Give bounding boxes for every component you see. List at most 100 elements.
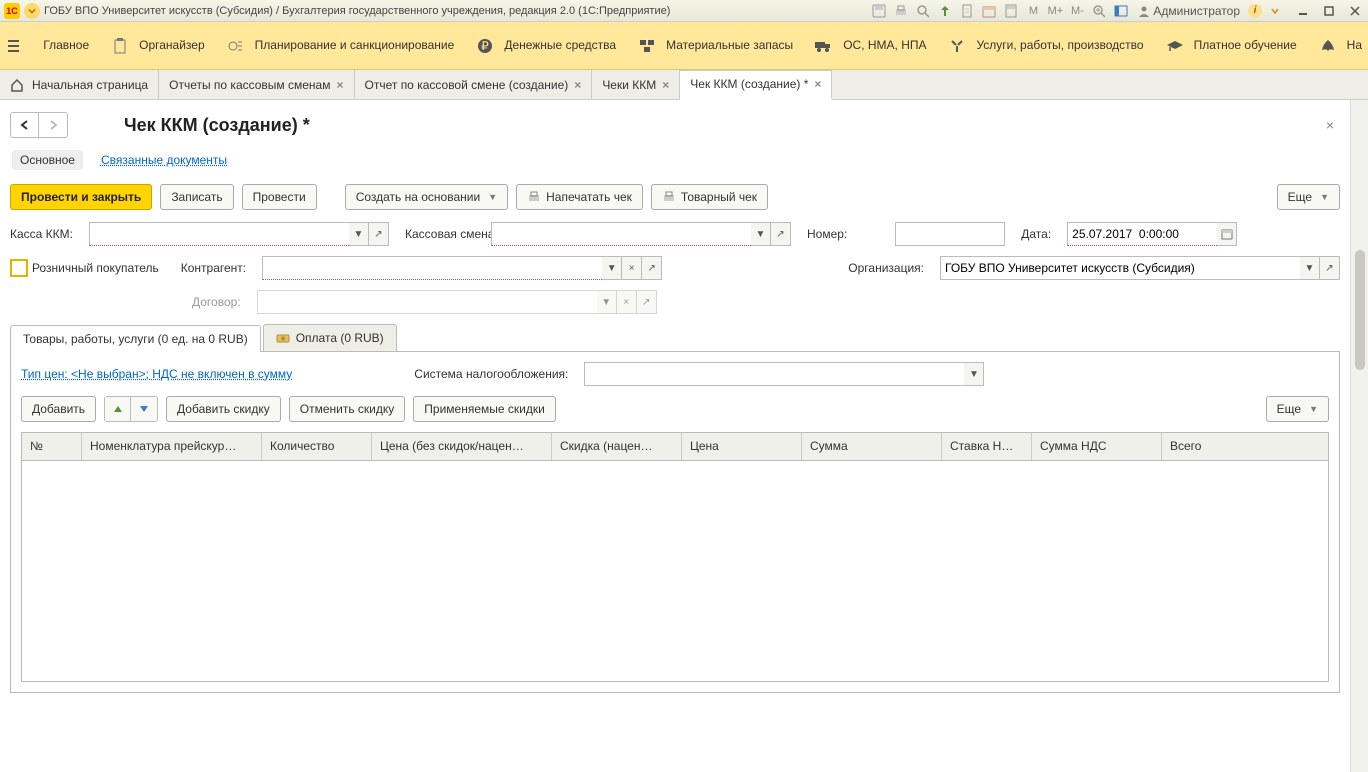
document-icon[interactable] (958, 2, 976, 20)
add-row-button[interactable]: Добавить (21, 396, 96, 422)
info-dropdown-icon[interactable] (1266, 2, 1284, 20)
nav-materials[interactable]: Материальные запасы (638, 37, 793, 55)
app-menu-dropdown[interactable] (24, 3, 40, 19)
tab-home[interactable]: Начальная страница (0, 70, 159, 99)
m-plus-label[interactable]: M+ (1046, 2, 1064, 20)
close-icon[interactable]: × (814, 77, 821, 91)
dropdown-icon[interactable]: ▼ (751, 222, 771, 246)
nav-services[interactable]: Услуги, работы, производство (948, 37, 1143, 55)
shift-field[interactable]: ▼ ↗ (491, 222, 791, 246)
current-user[interactable]: Администратор (1134, 4, 1244, 18)
col-price[interactable]: Цена (682, 433, 802, 460)
nav-organizer[interactable]: Органайзер (111, 37, 205, 55)
dropdown-icon[interactable]: ▼ (1300, 256, 1320, 280)
m-label[interactable]: M (1024, 2, 1042, 20)
info-icon[interactable]: i (1248, 4, 1262, 18)
nav-money[interactable]: ₽ Денежные средства (476, 37, 616, 55)
post-button[interactable]: Провести (242, 184, 317, 210)
post-and-close-button[interactable]: Провести и закрыть (10, 184, 152, 210)
kassa-kkm-input[interactable] (89, 222, 349, 246)
col-price-base[interactable]: Цена (без скидок/нацен… (372, 433, 552, 460)
tab-shift-reports[interactable]: Отчеты по кассовым сменам× (159, 70, 354, 99)
table-more-button[interactable]: Еще▼ (1266, 396, 1329, 422)
page-content: Чек ККМ (создание) * × Основное Связанны… (0, 100, 1350, 772)
subtab-linked[interactable]: Связанные документы (101, 153, 227, 167)
applied-discounts-button[interactable]: Применяемые скидки (413, 396, 556, 422)
nav-main[interactable]: Главное (43, 38, 89, 52)
zoom-icon[interactable] (1090, 2, 1108, 20)
dropdown-icon[interactable]: ▼ (602, 256, 622, 280)
col-qty[interactable]: Количество (262, 433, 372, 460)
col-discount[interactable]: Скидка (нацен… (552, 433, 682, 460)
print-icon[interactable] (892, 2, 910, 20)
search-icon[interactable] (914, 2, 932, 20)
save-button[interactable]: Записать (160, 184, 233, 210)
add-discount-button[interactable]: Добавить скидку (166, 396, 281, 422)
minimize-icon[interactable] (1294, 2, 1312, 20)
tab-payment[interactable]: Оплата (0 RUB) (263, 324, 397, 351)
open-icon[interactable]: ↗ (369, 222, 389, 246)
org-field[interactable]: ▼ ↗ (940, 256, 1340, 280)
tax-system-field[interactable]: ▼ (584, 362, 984, 386)
date-input[interactable] (1067, 222, 1217, 246)
close-page-icon[interactable]: × (1320, 117, 1340, 133)
nav-education[interactable]: Платное обучение (1166, 37, 1297, 55)
m-minus-label[interactable]: M- (1068, 2, 1086, 20)
open-icon[interactable]: ↗ (642, 256, 662, 280)
calculator-icon[interactable] (1002, 2, 1020, 20)
create-based-button[interactable]: Создать на основании▼ (345, 184, 508, 210)
cancel-discount-button[interactable]: Отменить скидку (289, 396, 406, 422)
shift-input[interactable] (491, 222, 751, 246)
open-icon[interactable]: ↗ (1320, 256, 1340, 280)
print-check-button[interactable]: Напечатать чек (516, 184, 643, 210)
goods-check-button[interactable]: Товарный чек (651, 184, 768, 210)
tab-goods[interactable]: Товары, работы, услуги (0 ед. на 0 RUB) (10, 325, 261, 352)
tab-check-create[interactable]: Чек ККМ (создание) *× (680, 70, 832, 100)
tab-checks[interactable]: Чеки ККМ× (592, 70, 680, 99)
scrollbar-thumb[interactable] (1355, 250, 1365, 370)
counterparty-input[interactable] (262, 256, 602, 280)
close-icon[interactable]: × (662, 78, 669, 92)
upload-icon[interactable] (936, 2, 954, 20)
nav-assets[interactable]: ОС, НМА, НПА (815, 37, 926, 55)
col-sum[interactable]: Сумма (802, 433, 942, 460)
menu-burger-icon[interactable] (6, 38, 21, 54)
move-up-button[interactable] (105, 397, 131, 421)
clear-icon[interactable]: × (622, 256, 642, 280)
nav-more[interactable]: На (1319, 37, 1362, 55)
nav-planning[interactable]: Планирование и санкционирование (227, 37, 455, 55)
col-vat-sum[interactable]: Сумма НДС (1032, 433, 1162, 460)
tax-system-input[interactable] (584, 362, 964, 386)
price-type-link[interactable]: Тип цен: <Не выбран>; НДС не включен в с… (21, 367, 292, 381)
col-nomenclature[interactable]: Номенклатура прейскур… (82, 433, 262, 460)
close-window-icon[interactable] (1346, 2, 1364, 20)
number-input[interactable] (895, 222, 1005, 246)
vertical-scrollbar[interactable] (1350, 100, 1368, 772)
col-number[interactable]: № (22, 433, 82, 460)
maximize-icon[interactable] (1320, 2, 1338, 20)
dropdown-icon[interactable]: ▼ (964, 362, 984, 386)
save-icon[interactable] (870, 2, 888, 20)
calendar-icon[interactable] (980, 2, 998, 20)
tab-shift-report-create[interactable]: Отчет по кассовой смене (создание)× (355, 70, 593, 99)
panel-icon[interactable] (1112, 2, 1130, 20)
back-button[interactable] (11, 113, 39, 137)
counterparty-field[interactable]: ▼ × ↗ (262, 256, 662, 280)
close-icon[interactable]: × (574, 78, 581, 92)
retail-checkbox[interactable] (10, 259, 28, 277)
open-icon[interactable]: ↗ (771, 222, 791, 246)
move-down-button[interactable] (131, 397, 157, 421)
subtab-main[interactable]: Основное (12, 150, 83, 170)
forward-button[interactable] (39, 113, 67, 137)
dropdown-icon[interactable]: ▼ (349, 222, 369, 246)
col-vat-rate[interactable]: Ставка Н… (942, 433, 1032, 460)
org-input[interactable] (940, 256, 1300, 280)
grid-body[interactable] (22, 461, 1328, 681)
kassa-kkm-field[interactable]: ▼ ↗ (89, 222, 389, 246)
number-field[interactable] (895, 222, 1005, 246)
calendar-picker-icon[interactable] (1217, 222, 1237, 246)
date-field[interactable] (1067, 222, 1237, 246)
close-icon[interactable]: × (336, 78, 343, 92)
col-total[interactable]: Всего (1162, 433, 1328, 460)
more-button[interactable]: Еще▼ (1277, 184, 1340, 210)
